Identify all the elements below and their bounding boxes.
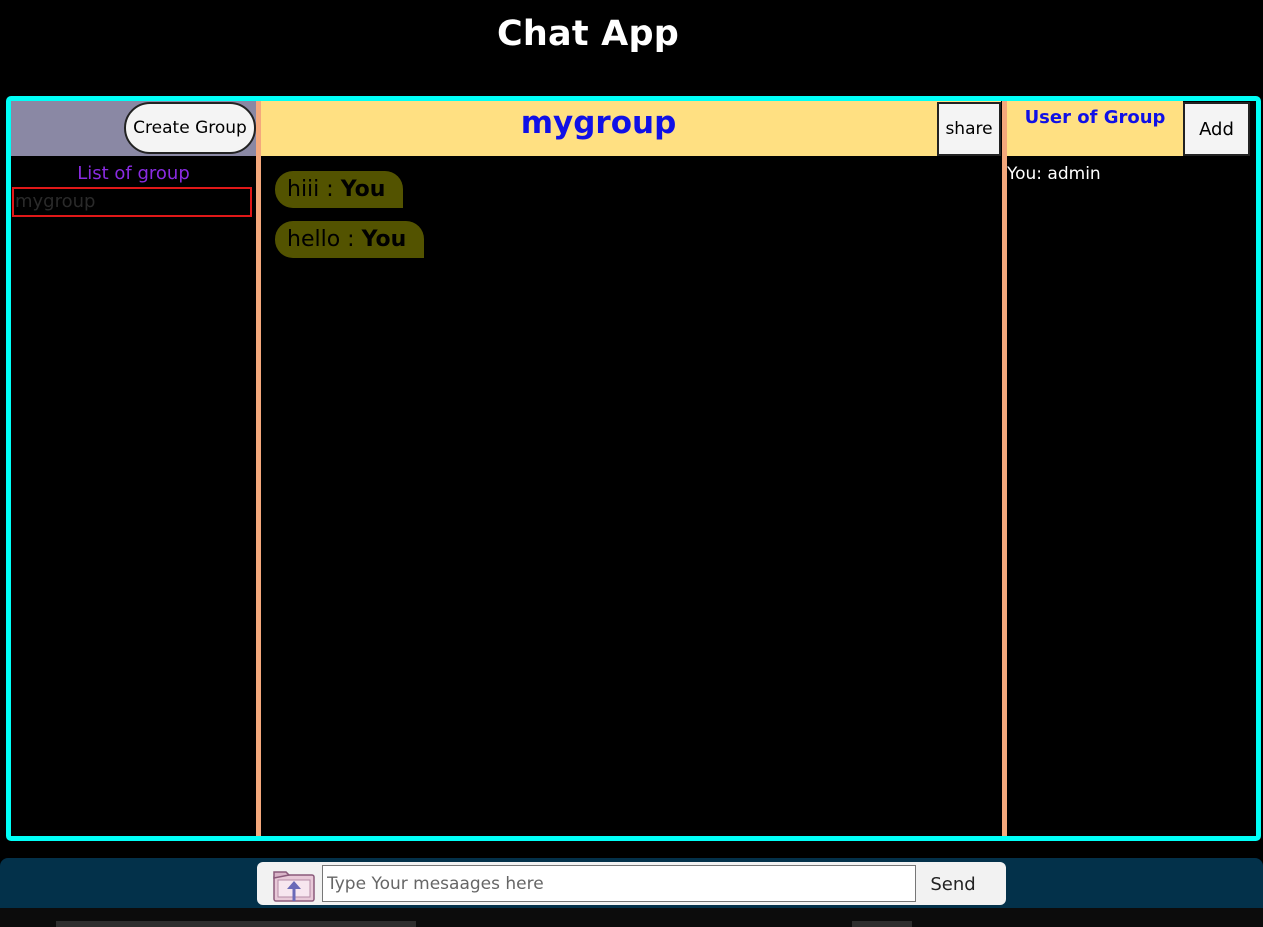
chat-group-title: mygroup: [520, 105, 677, 141]
members-panel: User of Group Add You: admin: [1007, 101, 1252, 836]
strip-segment: [852, 921, 912, 927]
app-title: Chat App: [497, 14, 679, 54]
share-button[interactable]: share: [937, 102, 1001, 156]
message-input[interactable]: [322, 865, 916, 902]
bottom-strip: [0, 908, 1263, 927]
message-text: hello :: [287, 227, 362, 252]
message-list: hiii : You hello : You: [275, 171, 975, 271]
chat-panel: mygroup share hiii : You hello : You: [261, 101, 1001, 836]
group-sidebar: Create Group List of group mygroup: [11, 101, 256, 836]
group-list-item[interactable]: mygroup: [12, 187, 252, 217]
send-button[interactable]: Send: [917, 865, 989, 903]
member-item: You: admin: [1007, 164, 1101, 184]
message-bar: Send: [0, 858, 1263, 908]
sidebar-header: Create Group: [11, 101, 256, 156]
chat-frame: Create Group List of group mygroup mygro…: [6, 96, 1261, 841]
chat-header: mygroup share: [261, 101, 1001, 156]
message-bubble: hello : You: [275, 221, 425, 258]
composer: Send: [257, 862, 1006, 905]
file-upload-icon[interactable]: [271, 866, 317, 904]
message-sender: You: [361, 227, 407, 252]
message-sender: You: [340, 177, 386, 202]
members-title: User of Group: [1007, 101, 1183, 156]
message-bubble: hiii : You: [275, 171, 404, 208]
create-group-button[interactable]: Create Group: [124, 102, 256, 154]
message-text: hiii :: [287, 177, 341, 202]
add-member-button[interactable]: Add: [1183, 102, 1250, 156]
strip-segment: [56, 921, 416, 927]
group-list-title: List of group: [77, 163, 190, 184]
